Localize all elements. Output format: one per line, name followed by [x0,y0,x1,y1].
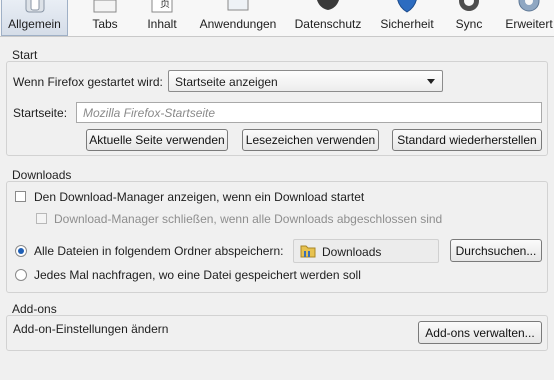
privacy-mask-icon [314,0,342,17]
start-group: Start Wenn Firefox gestartet wird: Start… [6,48,548,156]
save-to-folder-radio[interactable] [15,245,27,257]
gear-icon [516,0,542,17]
preferences-toolbar: Allgemein Tabs 页 Inhalt Anwendungen Date… [0,0,554,37]
content-icon: 页 [149,0,175,17]
chevron-down-icon [427,79,435,84]
tab-datenschutz[interactable]: Datenschutz [290,0,366,36]
tab-sync[interactable]: Sync [448,0,490,36]
tab-label: Allgemein [8,17,61,31]
tab-erweitert[interactable]: Erweitert [500,0,554,36]
tab-sicherheit[interactable]: Sicherheit [374,0,440,36]
tab-label: Sicherheit [380,17,434,31]
manage-addons-button[interactable]: Add-ons verwalten... [418,321,542,344]
save-to-folder-label: Alle Dateien in folgendem Ordner abspeic… [34,244,284,258]
group-title: Downloads [12,168,72,182]
startup-select[interactable]: Startseite anzeigen [168,70,443,92]
always-ask-radio[interactable] [15,269,27,281]
tabs-icon [92,0,118,17]
tab-label: Tabs [92,17,118,31]
close-download-manager-checkbox[interactable] [36,213,47,224]
tab-allgemein[interactable]: Allgemein [1,0,68,36]
sync-icon [456,0,482,17]
close-download-manager-label: Download-Manager schließen, wenn alle Do… [54,212,443,226]
tab-label: Erweitert [505,17,553,31]
tab-label: Anwendungen [199,17,277,31]
show-download-manager-label: Den Download-Manager anzeigen, wenn ein … [34,190,365,204]
tab-label: Inhalt [147,17,177,31]
addons-settings-label: Add-on-Einstellungen ändern [13,322,169,336]
homepage-input[interactable] [76,102,542,123]
security-icon [394,0,420,17]
download-folder-name: Downloads [322,245,382,259]
tab-tabs[interactable]: Tabs [82,0,128,36]
group-title: Start [12,48,38,62]
tab-label: Sync [455,17,483,31]
show-download-manager-checkbox[interactable] [15,191,26,202]
addons-group: Add-ons Add-on-Einstellungen ändern Add-… [6,302,548,351]
applications-icon [225,0,251,17]
always-ask-label: Jedes Mal nachfragen, wo eine Datei gesp… [34,268,361,282]
startup-select-value: Startseite anzeigen [175,75,278,89]
startup-label: Wenn Firefox gestartet wird: [13,75,163,89]
use-current-page-button[interactable]: Aktuelle Seite verwenden [86,129,228,151]
folder-icon [300,243,316,262]
group-title: Add-ons [12,302,57,316]
tab-label: Datenschutz [294,17,362,31]
restore-default-button[interactable]: Standard wiederherstellen [392,129,542,151]
homepage-label: Startseite: [13,106,68,120]
svg-text:页: 页 [160,0,170,10]
use-bookmark-button[interactable]: Lesezeichen verwenden [242,129,379,151]
downloads-group: Downloads Den Download-Manager anzeigen,… [6,168,548,293]
tab-inhalt[interactable]: 页 Inhalt [138,0,186,36]
download-folder-field: Downloads [293,239,439,263]
browse-button[interactable]: Durchsuchen... [450,239,542,262]
switch-icon [22,0,48,17]
tab-anwendungen[interactable]: Anwendungen [195,0,281,36]
